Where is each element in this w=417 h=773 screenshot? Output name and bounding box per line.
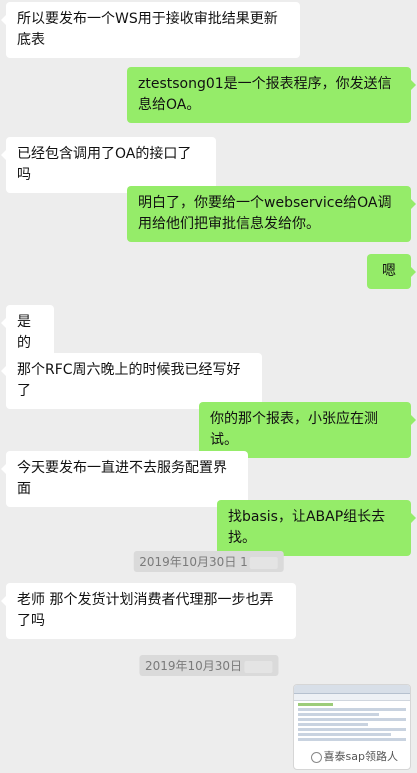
message-text: 明白了，你要给一个webservice给OA调用给他们把审批信息发给你。 — [138, 195, 392, 232]
thumbnail-row — [298, 713, 380, 716]
blurred-region — [249, 556, 278, 569]
wechat-icon — [310, 751, 322, 763]
message-text: 那个RFC周六晚上的时候我已经写好了 — [17, 362, 241, 399]
thumbnail-row — [298, 703, 333, 706]
message-sent[interactable]: 嗯 — [367, 254, 416, 289]
thumbnail-titlebar — [294, 685, 410, 694]
message-text: 今天要发布一直进不去服务配置界面 — [17, 460, 227, 497]
message-text: 嗯 — [382, 263, 396, 279]
thumbnail-row — [298, 718, 406, 721]
thumbnail-row — [298, 728, 406, 731]
thumbnail-row — [298, 708, 406, 711]
message-text: 已经包含调用了OA的接口了吗 — [17, 146, 192, 183]
message-text: 是的 — [17, 314, 31, 351]
message-text: 所以要发布一个WS用于接收审批结果更新底表 — [17, 11, 278, 48]
message-received[interactable]: 今天要发布一直进不去服务配置界面 — [1, 451, 248, 507]
thumbnail-row — [298, 733, 391, 736]
thumbnail-row — [298, 738, 406, 741]
message-sent[interactable]: 你的那个报表，小张应在测试。 — [199, 402, 416, 458]
message-sent[interactable]: ztestsong01是一个报表程序，你发送信息给OA。 — [127, 67, 416, 123]
blurred-region — [244, 660, 273, 673]
message-text: ztestsong01是一个报表程序，你发送信息给OA。 — [138, 76, 392, 113]
message-received[interactable]: 老师 那个发货计划消费者代理那一步也弄了吗 — [1, 583, 296, 639]
message-received[interactable]: 那个RFC周六晚上的时候我已经写好了 — [1, 353, 262, 409]
thumbnail-toolbar — [294, 694, 410, 701]
timestamp: 2019年10月30日 1 — [133, 551, 284, 572]
timestamp-text: 2019年10月30日 1 — [139, 555, 248, 569]
message-text: 老师 那个发货计划消费者代理那一步也弄了吗 — [17, 592, 274, 629]
message-sent[interactable]: 明白了，你要给一个webservice给OA调用给他们把审批信息发给你。 — [127, 186, 416, 242]
message-text: 找basis，让ABAP组长去找。 — [228, 509, 386, 546]
message-text: 你的那个报表，小张应在测试。 — [210, 411, 378, 448]
message-received[interactable]: 已经包含调用了OA的接口了吗 — [1, 137, 216, 193]
timestamp: 2019年10月30日 — [138, 655, 279, 676]
message-sent[interactable]: 找basis，让ABAP组长去找。 — [217, 500, 416, 556]
watermark: 喜泰sap领路人 — [306, 747, 402, 765]
watermark-text: 喜泰sap领路人 — [323, 750, 398, 763]
image-message[interactable]: 喜泰sap领路人 — [293, 684, 411, 770]
message-received[interactable]: 所以要发布一个WS用于接收审批结果更新底表 — [1, 2, 300, 58]
thumbnail-row — [298, 723, 368, 726]
timestamp-text: 2019年10月30日 — [144, 659, 243, 673]
